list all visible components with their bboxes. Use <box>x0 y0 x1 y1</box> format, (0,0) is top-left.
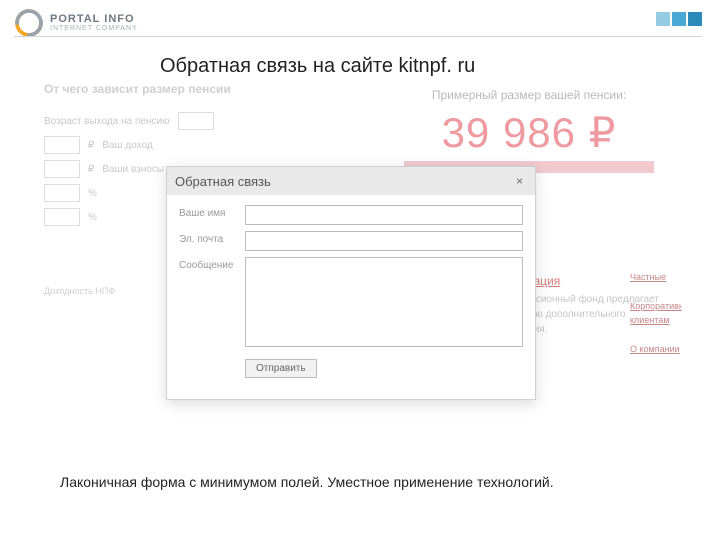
bg-input <box>178 112 214 130</box>
bg-left-heading: От чего зависит размер пенсии <box>44 82 396 96</box>
chip-icon <box>672 12 686 26</box>
bg-age-label: Возраст выхода на пенсию <box>44 116 170 127</box>
slide-caption: Лаконичная форма с минимумом полей. Умес… <box>60 474 554 490</box>
chip-icon <box>688 12 702 26</box>
modal-header: Обратная связь × <box>167 167 535 195</box>
slide: PORTAL INFO INTERNET COMPANY Обратная св… <box>0 0 720 540</box>
feedback-modal: Обратная связь × Ваше имя Эл. почта Сооб… <box>166 166 536 400</box>
submit-button[interactable]: Отправить <box>245 359 317 378</box>
modal-body: Ваше имя Эл. почта Сообщение Отправить <box>167 195 535 390</box>
modal-title: Обратная связь <box>175 174 271 189</box>
bg-pension-value: 39 986 ₽ <box>384 108 674 157</box>
name-input[interactable] <box>245 205 523 225</box>
bg-salary-label: Ваш доход <box>102 140 152 151</box>
email-label: Эл. почта <box>179 231 245 245</box>
name-label: Ваше имя <box>179 205 245 219</box>
logo-main: PORTAL INFO <box>50 14 138 25</box>
logo-sub: INTERNET COMPANY <box>50 25 138 32</box>
close-icon[interactable]: × <box>512 174 527 188</box>
screenshot-area: От чего зависит размер пенсии Возраст вы… <box>38 82 682 454</box>
bg-input <box>44 208 80 226</box>
header-divider <box>14 36 702 37</box>
bg-pension-block: Примерный размер вашей пенсии: 39 986 ₽ <box>384 88 674 173</box>
bg-input <box>44 184 80 202</box>
bg-side-link: Корпоративным клиентам <box>630 299 682 328</box>
bg-side-link: Частные <box>630 270 682 284</box>
company-logo: PORTAL INFO INTERNET COMPANY <box>14 8 138 38</box>
bg-contrib-label: Ваши взносы <box>102 164 164 175</box>
swirl-icon <box>14 8 44 38</box>
chip-icon <box>656 12 670 26</box>
bg-input <box>44 136 80 154</box>
email-input[interactable] <box>245 231 523 251</box>
slide-title: Обратная связь на сайте kitnpf. ru <box>160 55 475 78</box>
message-textarea[interactable] <box>245 257 523 347</box>
bg-pension-label: Примерный размер вашей пенсии: <box>384 88 674 102</box>
header-chips <box>656 12 702 26</box>
message-label: Сообщение <box>179 257 245 271</box>
bg-input <box>44 160 80 178</box>
bg-side-link: О компании <box>630 342 682 356</box>
bg-side-links: Частные Корпоративным клиентам О компани… <box>630 270 682 356</box>
